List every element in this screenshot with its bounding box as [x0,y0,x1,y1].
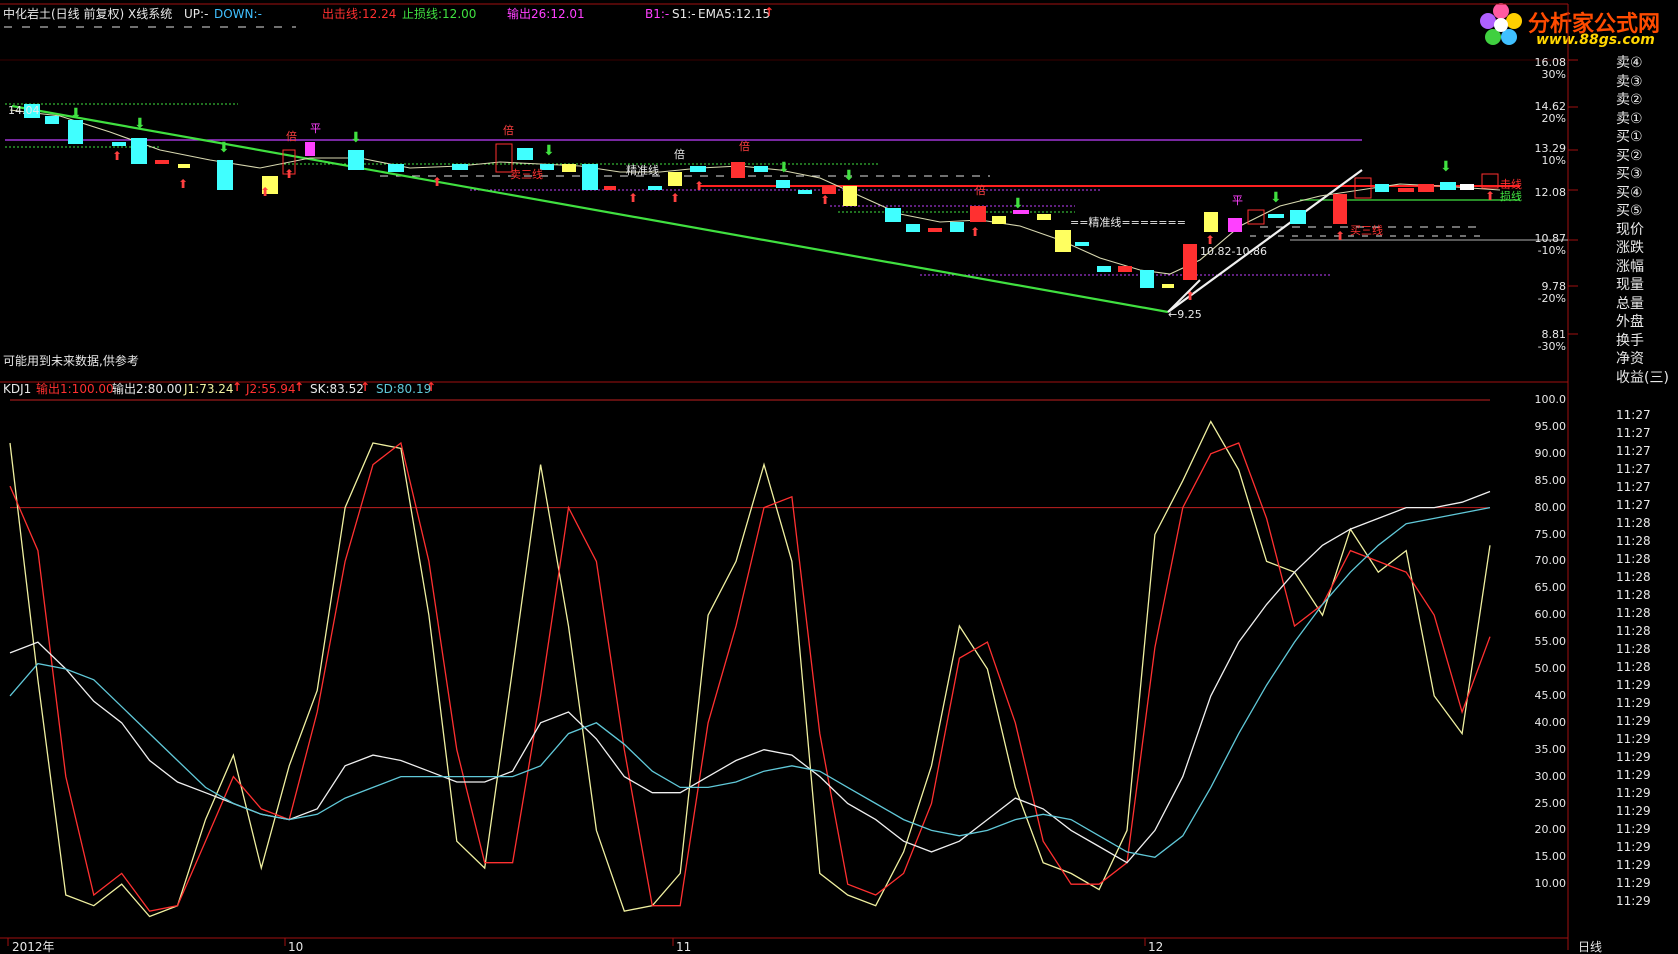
quote-item-buy5[interactable]: 买⑤ [1616,202,1676,221]
tick-time: 11:29 [1616,714,1651,728]
tick-time: 11:28 [1616,660,1651,674]
kdj-series-sd [9,506,1491,858]
tick-time: 11:29 [1616,822,1651,836]
tick-time: 11:28 [1616,606,1651,620]
tick-time: 11:27 [1616,462,1651,476]
quote-item-outer[interactable]: 外盘 [1616,313,1676,332]
tick-time: 11:29 [1616,804,1651,818]
quote-item-change-pct[interactable]: 涨幅 [1616,258,1676,277]
quote-item-buy2[interactable]: 买② [1616,147,1676,166]
quote-item-sell4[interactable]: 卖④ [1616,54,1676,73]
tick-time: 11:29 [1616,858,1651,872]
quote-item-sell2[interactable]: 卖② [1616,91,1676,110]
tick-time: 11:28 [1616,516,1651,530]
tick-time: 11:29 [1616,876,1651,890]
quote-item-turnover[interactable]: 换手 [1616,332,1676,351]
quote-item-current-vol[interactable]: 现量 [1616,276,1676,295]
x-axis-ticks [7,938,1146,946]
quote-item-buy4[interactable]: 买④ [1616,184,1676,203]
tick-time: 11:29 [1616,732,1651,746]
quote-item-total-vol[interactable]: 总量 [1616,295,1676,314]
tick-time: 11:27 [1616,444,1651,458]
tick-time: 11:29 [1616,786,1651,800]
kdj-chart [9,399,1491,918]
period-label[interactable]: 日线 [1578,940,1602,954]
quote-item-sell3[interactable]: 卖③ [1616,73,1676,92]
quote-item-earnings[interactable]: 收益(三) [1616,369,1676,388]
quote-item-sell1[interactable]: 卖① [1616,110,1676,129]
tick-time: 11:29 [1616,894,1651,908]
tick-time: 11:27 [1616,498,1651,512]
tick-time: 11:29 [1616,750,1651,764]
tick-time: 11:28 [1616,624,1651,638]
quote-item-net-asset[interactable]: 净资 [1616,350,1676,369]
quote-panel: 卖④ 卖③ 卖② 卖① 买① 买② 买③ 买④ 买⑤ 现价 涨跌 涨幅 现量 总… [1616,54,1676,387]
quote-item-change[interactable]: 涨跌 [1616,239,1676,258]
tick-time: 11:27 [1616,408,1651,422]
tick-time: 11:28 [1616,570,1651,584]
tick-time: 11:29 [1616,678,1651,692]
kdj-series-sk [9,490,1491,864]
tick-time: 11:27 [1616,480,1651,494]
tick-time: 11:28 [1616,534,1651,548]
tick-time-list: 11:27 11:27 11:27 11:27 11:27 11:27 11:28 11:28… [1616,406,1676,910]
tick-time: 11:28 [1616,642,1651,656]
tick-time: 11:28 [1616,552,1651,566]
tick-time: 11:29 [1616,696,1651,710]
tick-time: 11:28 [1616,588,1651,602]
kdj-series-j1 [9,420,1491,918]
tick-time: 11:27 [1616,426,1651,440]
quote-item-buy3[interactable]: 买③ [1616,165,1676,184]
quote-item-price[interactable]: 现价 [1616,221,1676,240]
tick-time: 11:29 [1616,840,1651,854]
tick-time: 11:29 [1616,768,1651,782]
quote-item-buy1[interactable]: 买① [1616,128,1676,147]
